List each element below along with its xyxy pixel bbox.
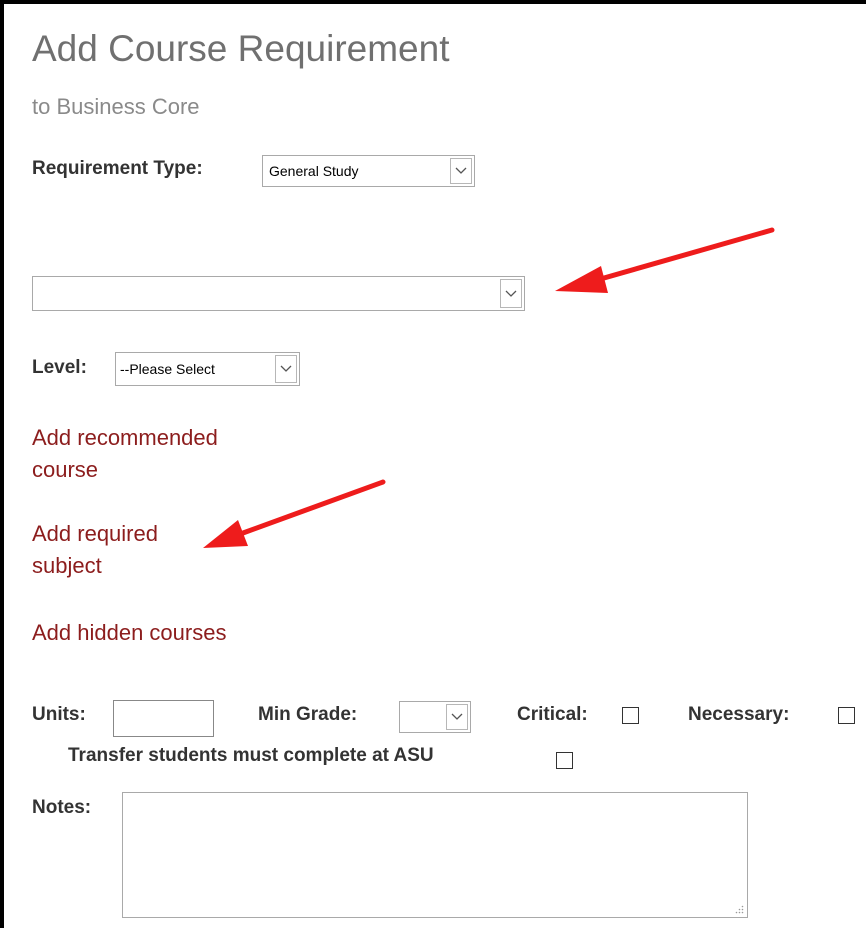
annotation-layer — [203, 227, 775, 548]
arrow-icon — [555, 227, 775, 293]
arrow-icon — [203, 479, 386, 548]
